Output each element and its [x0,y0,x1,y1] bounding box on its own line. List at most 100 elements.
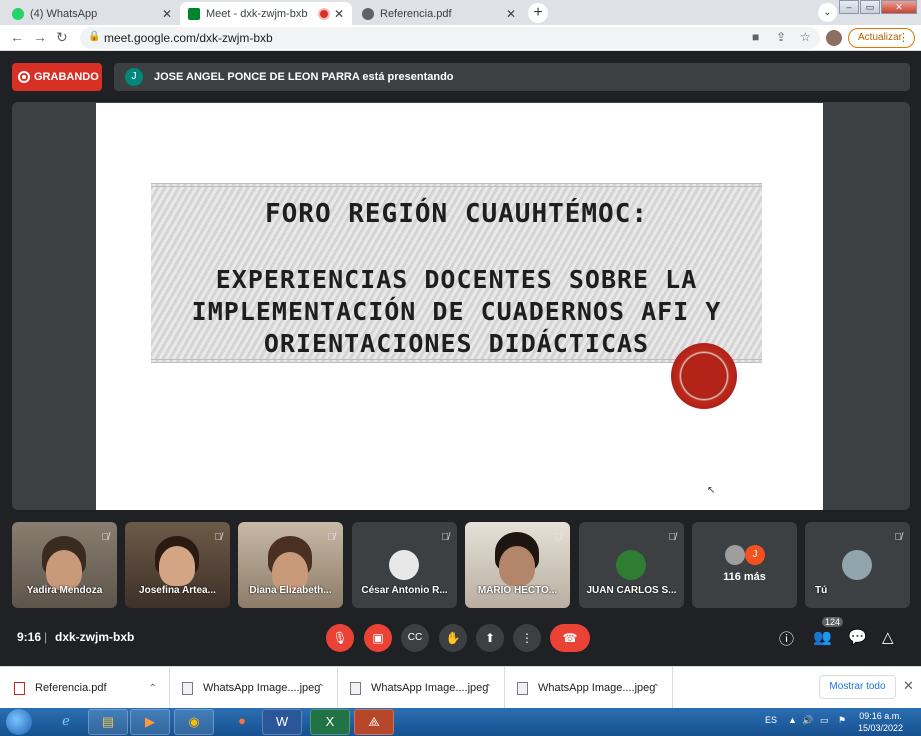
close-icon[interactable]: ✕ [162,7,172,21]
participant-avatar [725,545,745,565]
update-button[interactable]: Actualizar [848,28,915,48]
internet-explorer-icon[interactable]: ℯ [46,709,86,735]
meeting-details-icon[interactable]: ⓘ [779,628,794,649]
close-icon[interactable]: ✕ [506,7,516,21]
participant-name: JUAN CARLOS S... [586,585,677,596]
mic-muted-icon: 🎙̸ [668,532,677,543]
window-close-button[interactable]: ✕ [881,0,917,14]
chevron-up-icon[interactable]: ⌃ [484,683,492,694]
word-icon[interactable]: W [262,709,302,735]
clock-time: 09:16 a.m. [859,711,902,721]
download-item[interactable]: WhatsApp Image....jpeg ⌃ [338,667,505,709]
network-icon[interactable]: ▭ [820,715,829,726]
chrome-icon[interactable]: ◉ [174,709,214,735]
download-filename: Referencia.pdf [35,682,107,694]
participant-name: César Antonio R... [361,585,448,596]
tab-title: Referencia.pdf [380,7,452,20]
file-explorer-icon[interactable]: ▤ [88,709,128,735]
camera-off-button[interactable]: ▣ [364,624,392,652]
participant-tile[interactable]: 🎙̸ Diana Elizabeth... [238,522,343,608]
mic-muted-icon: 🎙̸ [327,532,336,543]
download-filename: WhatsApp Image....jpeg [371,682,489,694]
image-file-icon [182,681,193,695]
profile-avatar[interactable] [826,30,842,46]
raise-hand-button[interactable]: ✋ [439,624,467,652]
close-shelf-icon[interactable]: ✕ [903,678,914,694]
meeting-time: 9:16 [17,630,42,644]
show-hidden-icons-icon[interactable]: ▲ [788,715,797,725]
download-item[interactable]: WhatsApp Image....jpeg ⌃ [170,667,338,709]
minimize-button[interactable]: – [839,0,859,14]
participant-tile[interactable]: 🎙̸ Josefina Artea... [125,522,230,608]
tab-meet[interactable]: Meet - dxk-zwjm-bxb ✕ [180,2,352,25]
participant-name: MARIO HECTO... [477,585,558,596]
tab-title: (4) WhatsApp [30,7,98,20]
notification-flag-icon[interactable]: ⚑ [838,715,846,726]
activities-icon[interactable]: △ [882,628,894,646]
share-icon[interactable]: ⇪ [776,30,786,44]
camera-icon[interactable]: ■ [752,30,759,44]
participant-count-badge: 124 [822,617,844,627]
bookmark-star-icon[interactable]: ☆ [800,30,811,44]
slide-subtitle-line: ORIENTACIONES DIDÁCTICAS [263,329,650,358]
participant-video-face [499,546,535,586]
image-file-icon [517,681,528,695]
pdf-reader-icon[interactable]: ⟁ [354,709,394,735]
participant-tile[interactable]: 🎙̸ César Antonio R... [352,522,457,608]
captions-button[interactable]: CC [401,624,429,652]
new-tab-button[interactable]: + [528,3,548,23]
image-file-icon [350,681,361,695]
reload-icon[interactable]: ↻ [56,29,68,46]
chat-icon[interactable]: 💬 [848,628,867,646]
clock-date: 15/03/2022 [858,723,904,733]
chevron-up-icon[interactable]: ⌃ [317,683,325,694]
excel-icon[interactable]: X [310,709,350,735]
pdf-file-icon [14,681,25,695]
participant-avatar [616,550,646,580]
speaker-icon[interactable]: 🔊 [802,715,813,726]
tab-search-chevron-icon[interactable]: ⌄ [818,3,837,22]
leave-call-button[interactable]: ☎ [550,624,590,652]
firefox-icon[interactable]: ● [222,709,262,735]
people-icon[interactable]: 👥 [813,628,832,646]
download-item[interactable]: WhatsApp Image....jpeg ⌃ [505,667,673,709]
tab-referencia-pdf[interactable]: Referencia.pdf ✕ [354,2,524,25]
maximize-button[interactable]: ▭ [860,0,880,14]
presentation-slide: FORO REGIÓN CUAUHTÉMOC: EXPERIENCIAS DOC… [96,103,823,510]
present-screen-button[interactable]: ⬆ [476,624,504,652]
download-item[interactable]: Referencia.pdf ⌃ [0,667,170,709]
media-player-icon[interactable]: ▶ [130,709,170,735]
system-clock[interactable]: 09:16 a.m. 15/03/2022 [858,710,903,734]
participant-tile[interactable]: 🎙̸ Yadira Mendoza [12,522,117,608]
slide-subtitle-line: EXPERIENCIAS DOCENTES SOBRE LA [215,265,698,294]
mic-off-button[interactable]: 🎙 [326,624,354,652]
language-indicator[interactable]: ES [765,715,777,725]
forward-arrow-icon[interactable]: → [33,29,47,45]
recording-label: GRABANDO [34,71,99,83]
lock-icon: 🔒 [88,31,101,42]
meeting-code: dxk-zwjm-bxb [55,630,135,644]
browser-tab-strip: (4) WhatsApp ✕ Meet - dxk-zwjm-bxb ✕ Ref… [0,0,921,25]
more-options-button[interactable]: ⋮ [513,624,541,652]
download-shelf: Referencia.pdf ⌃ WhatsApp Image....jpeg … [0,666,921,709]
participant-video-face [159,546,195,586]
presenter-avatar: J [125,68,143,86]
back-arrow-icon[interactable]: ← [10,29,24,45]
show-all-downloads-button[interactable]: Mostrar todo [819,675,896,699]
windows-start-button[interactable] [6,709,32,735]
recording-badge: GRABANDO [12,63,102,91]
tab-whatsapp[interactable]: (4) WhatsApp ✕ [4,2,180,25]
presenter-banner: J JOSE ANGEL PONCE DE LEON PARRA está pr… [114,63,910,91]
address-bar[interactable]: 🔒 meet.google.com/dxk-zwjm-bxb ■ ⇪ ☆ [80,27,820,49]
more-participants-tile[interactable]: J 116 más [692,522,797,608]
chevron-up-icon[interactable]: ⌃ [652,683,660,694]
participant-avatar [842,550,872,580]
participant-tile[interactable]: 🎙̸ MARIO HECTO... [465,522,570,608]
meeting-info-separator: | [44,630,48,644]
close-icon[interactable]: ✕ [334,7,344,21]
download-filename: WhatsApp Image....jpeg [538,682,656,694]
presenter-text: JOSE ANGEL PONCE DE LEON PARRA está pres… [154,71,454,83]
chevron-up-icon[interactable]: ⌃ [149,683,157,694]
participant-tile[interactable]: 🎙̸ JUAN CARLOS S... [579,522,684,608]
self-tile[interactable]: 🎙̸ Tú [805,522,910,608]
